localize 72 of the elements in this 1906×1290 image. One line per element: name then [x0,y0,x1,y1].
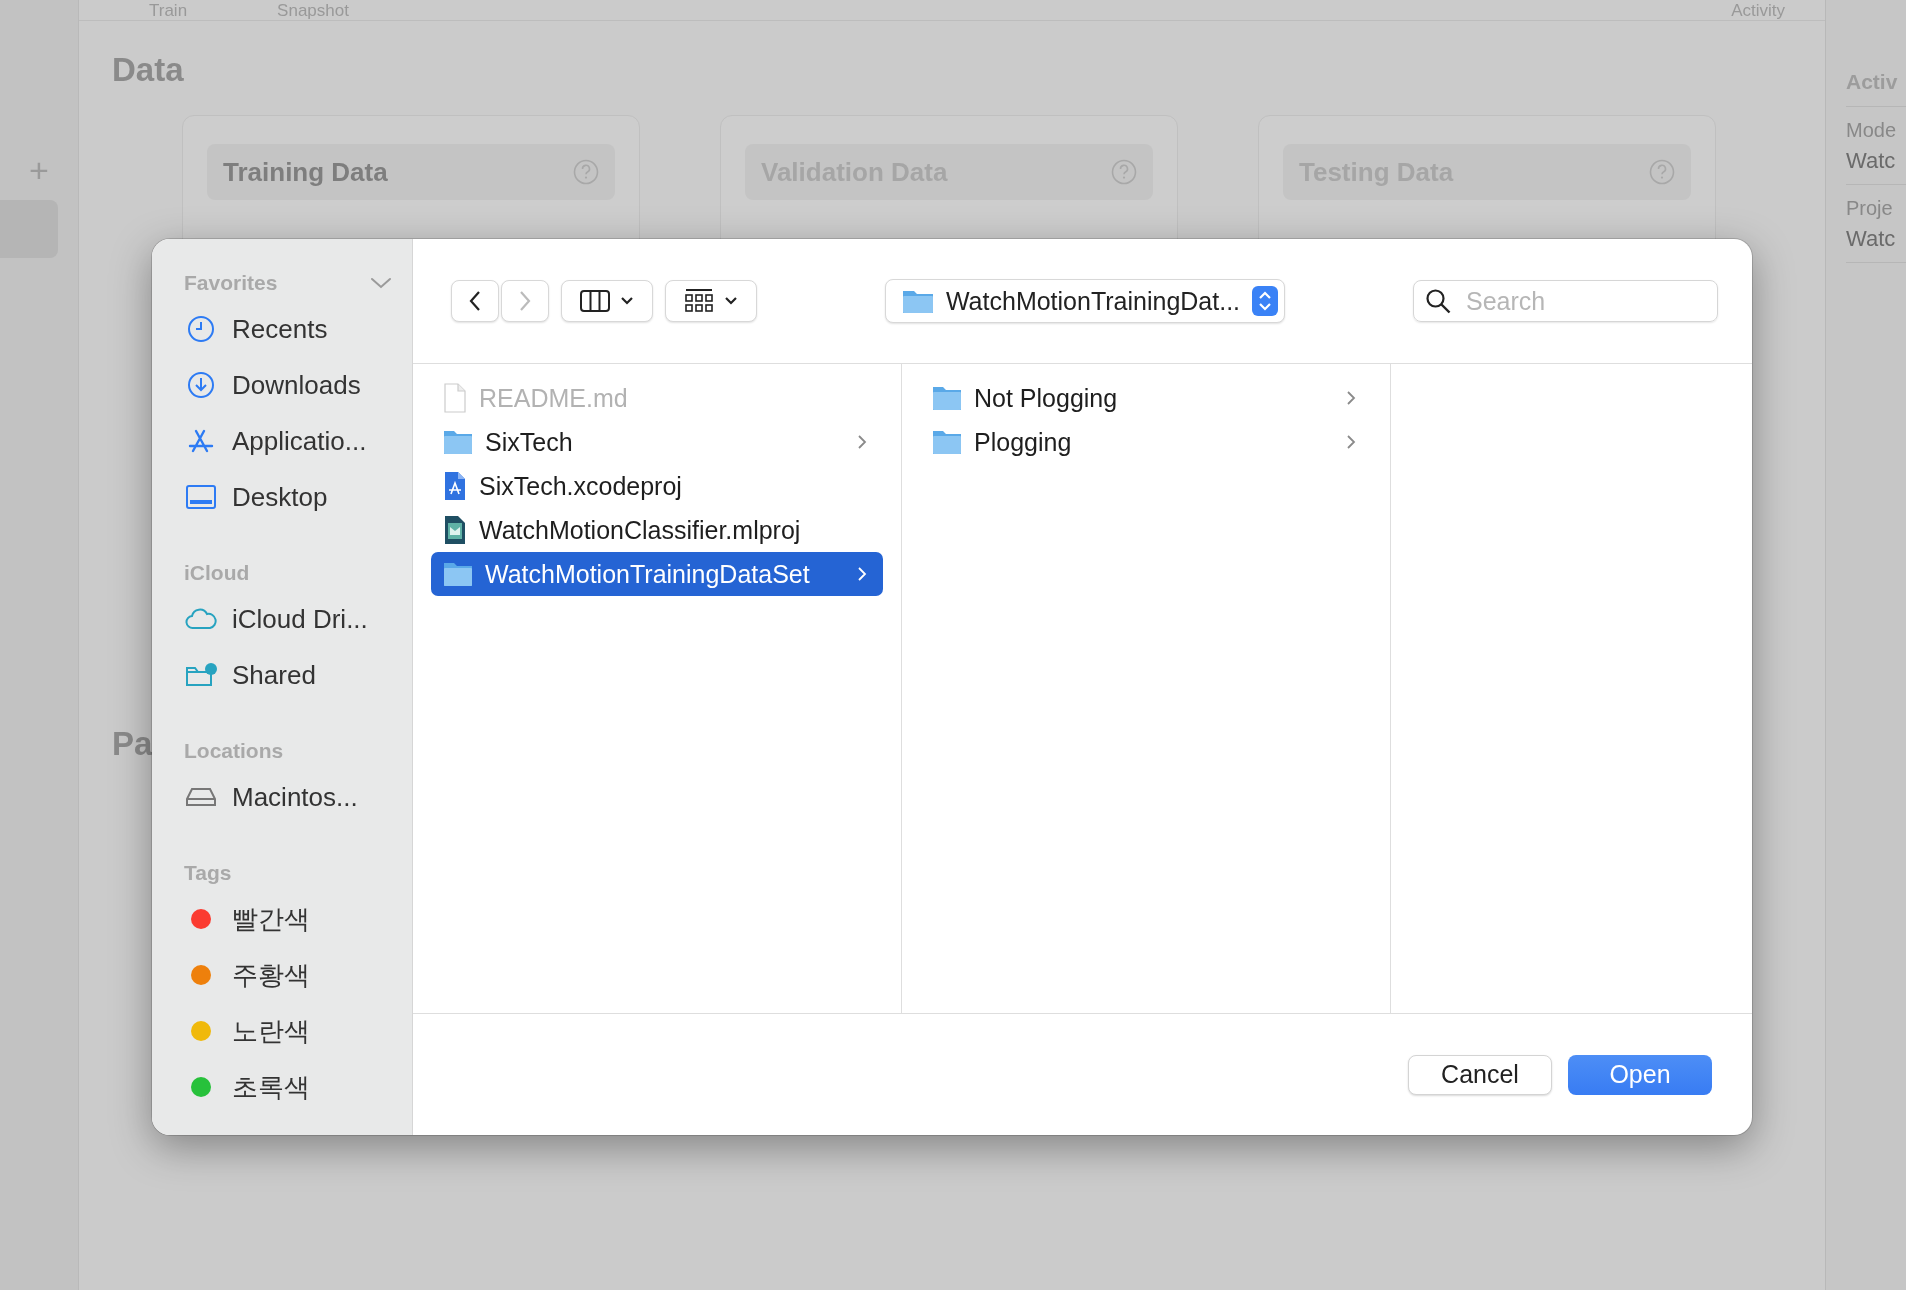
sidebar-section-title: Locations [184,739,284,763]
chevron-icon [857,566,867,582]
sidebar-item-label: 초록색 [232,1070,310,1104]
search-field[interactable]: Search [1413,280,1718,322]
file-row[interactable]: WatchMotionTrainingDataSet [431,552,883,596]
section-heading: Pa [112,725,153,763]
sidebar-item[interactable]: Macintos... [184,769,392,825]
sidebar-section-title: iCloud [184,561,250,585]
search-icon [1425,288,1451,314]
sidebar-item-label: Downloads [232,369,361,401]
sidebar-item[interactable]: Downloads [184,357,392,413]
sidebar-item-label: 주황색 [232,958,310,992]
field-label: Mode [1846,119,1898,142]
cancel-button[interactable]: Cancel [1408,1054,1552,1095]
project-file-icon [443,471,467,501]
card-title: Training Data [223,156,388,188]
sidebar-item[interactable]: 빨간색 [184,891,392,947]
file-row[interactable]: Plogging [920,420,1372,464]
group-button[interactable] [665,280,757,322]
sidebar-item[interactable]: iCloud Dri... [184,591,392,647]
cloud-icon [184,608,218,630]
view-mode-button[interactable] [561,280,653,322]
sidebar-item-label: Shared [232,659,316,691]
chevron-right-icon [518,290,532,312]
sidebar-item-label: 빨간색 [232,902,310,936]
chevron-icon[interactable] [370,276,392,290]
sidebar-item-label: Desktop [232,481,328,513]
sidebar-item[interactable]: Applicatio... [184,413,392,469]
folder-icon [443,561,473,587]
file-row[interactable]: SixTech [431,420,883,464]
field-value: Watc [1846,226,1897,252]
sidebar-item-label: Recents [232,313,328,345]
desktop-icon [184,485,218,509]
chevron-icon [857,434,867,450]
sidebar-section-title: Tags [184,861,232,885]
shared-folder-icon [184,662,218,688]
open-button[interactable]: Open [1568,1054,1712,1095]
sidebar-item[interactable]: Desktop [184,469,392,525]
folder-icon [932,385,962,411]
field-value: Watc [1846,148,1897,174]
columns-icon [580,290,610,312]
chevron-icon [1346,434,1356,450]
file-row[interactable]: Not Plogging [920,376,1372,420]
sidebar-item-label: Macintos... [232,781,358,813]
file-row[interactable]: WatchMotionClassifier.mlproj [431,508,883,552]
caret-icon [620,296,634,306]
folder-icon [443,429,473,455]
sidebar-item-label: 노란색 [232,1014,310,1048]
sidebar-item[interactable]: 노란색 [184,1003,392,1059]
document-icon [443,383,467,413]
sidebar-item[interactable]: 주황색 [184,947,392,1003]
sidebar-item-label: iCloud Dri... [232,603,368,635]
sidebar-item[interactable]: Shared [184,647,392,703]
caret-icon [724,296,738,306]
sidebar-item-label: Applicatio... [232,425,367,457]
sidebar-section-title: Favorites [184,271,279,295]
back-button[interactable] [451,280,499,322]
folder-icon [901,288,934,314]
folder-icon [932,429,962,455]
grid-icon [684,288,714,314]
section-heading: Data [112,51,185,89]
file-row[interactable]: SixTech.xcodeproj [431,464,883,508]
location-popup[interactable]: WatchMotionTrainingDat... [884,279,1286,323]
sidebar-item[interactable]: 초록색 [184,1059,392,1115]
sidebar-item[interactable]: Recents [184,301,392,357]
stepper-icon [1252,286,1279,316]
help-icon[interactable] [573,159,599,185]
drive-icon [184,787,218,807]
field-label: Proje [1846,197,1894,220]
model-file-icon [443,515,467,545]
chevron-left-icon [468,290,482,312]
chevron-icon [1346,390,1356,406]
